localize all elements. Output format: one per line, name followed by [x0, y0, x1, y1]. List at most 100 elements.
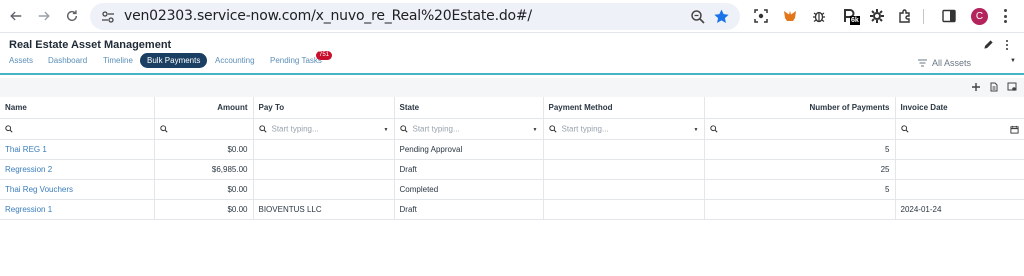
payment-name-link[interactable]: Thai Reg Vouchers — [0, 179, 155, 200]
table-header-row: Name Amount Pay To State Payment Method … — [0, 97, 1024, 119]
number-of-payments-cell: 5 — [704, 179, 896, 200]
extension-badge: 6k — [850, 16, 860, 25]
arrow-right-icon — [38, 11, 50, 21]
site-settings-icon[interactable] — [100, 9, 116, 25]
amount-cell: $6,985.00 — [154, 159, 254, 180]
table-row[interactable]: Regression 2 $6,985.00 Draft 25 — [0, 159, 1024, 180]
invoice-date-filter-input[interactable] — [895, 118, 1024, 140]
number-of-payments-cell: 25 — [704, 159, 896, 180]
invoice-date-cell — [895, 139, 1024, 160]
browser-menu-icon[interactable] — [1004, 9, 1008, 23]
pay-to-filter-placeholder: Start typing... — [271, 124, 319, 134]
bookmark-star-icon[interactable] — [713, 8, 730, 25]
gear-extension-icon[interactable] — [868, 7, 886, 25]
edit-pencil-icon[interactable] — [983, 39, 994, 50]
pending-tasks-badge: 751 — [316, 51, 333, 60]
table-row[interactable]: Thai REG 1 $0.00 Pending Approval 5 — [0, 139, 1024, 160]
number-of-payments-cell: 5 — [704, 139, 896, 160]
asset-filter-dropdown[interactable]: All Assets ▼ — [918, 58, 1016, 68]
payment-method-cell — [543, 199, 705, 220]
amount-cell: $0.00 — [154, 139, 254, 160]
pay-to-cell — [253, 139, 395, 160]
state-cell: Draft — [394, 159, 544, 180]
dropdown-arrow-icon[interactable]: ▼ — [384, 127, 389, 133]
more-options-icon[interactable] — [1006, 40, 1009, 50]
column-settings-icon[interactable] — [1007, 82, 1017, 92]
state-filter-placeholder: Start typing... — [412, 124, 460, 134]
name-filter-input[interactable] — [0, 118, 155, 140]
column-header-state[interactable]: State — [394, 97, 544, 119]
search-icon — [709, 125, 718, 133]
search-icon — [159, 125, 168, 133]
payment-method-cell — [543, 179, 705, 200]
table-row[interactable]: Regression 1 $0.00 BIOVENTUS LLC Draft 2… — [0, 199, 1024, 220]
amount-cell: $0.00 — [154, 199, 254, 220]
tab-dashboard[interactable]: Dashboard — [48, 53, 87, 68]
toolbar-divider — [923, 9, 924, 24]
payment-name-link[interactable]: Regression 2 — [0, 159, 155, 180]
metamask-icon[interactable] — [781, 7, 799, 25]
filter-lines-icon — [918, 59, 927, 67]
parking-extension-icon[interactable]: 6k — [840, 7, 860, 25]
payment-method-cell — [543, 139, 705, 160]
column-header-name[interactable]: Name — [0, 97, 155, 119]
address-bar[interactable]: ven02303.service-now.com/x_nuvo_re_Real%… — [90, 3, 740, 30]
invoice-date-cell — [895, 159, 1024, 180]
screenshot-extension-icon[interactable] — [752, 7, 770, 25]
add-icon[interactable] — [971, 82, 981, 92]
state-filter-input[interactable]: Start typing... ▼ — [394, 118, 544, 140]
url-text: ven02303.service-now.com/x_nuvo_re_Real%… — [124, 8, 532, 24]
side-panel-icon[interactable] — [940, 7, 958, 25]
tab-assets[interactable]: Assets — [9, 53, 33, 68]
reload-icon — [66, 10, 78, 22]
search-icon — [900, 125, 909, 133]
asset-filter-label: All Assets — [932, 58, 972, 68]
column-header-invoice-date[interactable]: Invoice Date — [895, 97, 1024, 119]
dropdown-arrow-icon[interactable]: ▼ — [694, 127, 699, 133]
chevron-down-icon: ▼ — [1010, 58, 1016, 64]
header-divider — [0, 73, 1024, 75]
reload-button[interactable] — [62, 6, 82, 26]
zoom-icon[interactable] — [690, 9, 706, 25]
pay-to-cell — [253, 179, 395, 200]
column-header-number-of-payments[interactable]: Number of Payments — [704, 97, 896, 119]
bug-extension-icon[interactable] — [810, 7, 828, 25]
tab-bulk-payments[interactable]: Bulk Payments — [140, 53, 208, 68]
state-cell: Completed — [394, 179, 544, 200]
filter-row: Start typing... ▼ Start typing... ▼ Start … — [0, 118, 1024, 140]
profile-avatar[interactable]: C — [971, 8, 988, 25]
pay-to-filter-input[interactable]: Start typing... ▼ — [253, 118, 395, 140]
search-icon — [399, 125, 408, 133]
payment-name-link[interactable]: Regression 1 — [0, 199, 155, 220]
tab-pending-tasks[interactable]: Pending Tasks — [270, 53, 322, 68]
column-header-pay-to[interactable]: Pay To — [253, 97, 395, 119]
calendar-icon[interactable] — [1009, 125, 1019, 134]
number-of-payments-filter-input[interactable] — [704, 118, 896, 140]
browser-toolbar: ven02303.service-now.com/x_nuvo_re_Real%… — [0, 0, 1024, 33]
invoice-date-cell — [895, 179, 1024, 200]
search-icon — [258, 125, 267, 133]
column-header-amount[interactable]: Amount — [154, 97, 254, 119]
pay-to-cell — [253, 159, 395, 180]
arrow-left-icon — [10, 11, 22, 21]
grid-toolbar — [0, 78, 1024, 97]
export-file-icon[interactable] — [989, 82, 999, 92]
tab-accounting[interactable]: Accounting — [215, 53, 255, 68]
number-of-payments-cell — [704, 199, 896, 220]
payment-method-filter-input[interactable]: Start typing... ▼ — [543, 118, 705, 140]
forward-button[interactable] — [34, 6, 54, 26]
table-row[interactable]: Thai Reg Vouchers $0.00 Completed 5 — [0, 179, 1024, 200]
search-icon — [5, 125, 13, 133]
dropdown-arrow-icon[interactable]: ▼ — [533, 127, 538, 133]
back-button[interactable] — [6, 6, 26, 26]
amount-filter-input[interactable] — [154, 118, 254, 140]
extensions-puzzle-icon[interactable] — [896, 7, 914, 25]
payment-name-link[interactable]: Thai REG 1 — [0, 139, 155, 160]
column-header-payment-method[interactable]: Payment Method — [543, 97, 705, 119]
tab-timeline[interactable]: Timeline — [103, 53, 133, 68]
page-title: Real Estate Asset Management — [9, 39, 172, 51]
amount-cell: $0.00 — [154, 179, 254, 200]
pay-to-cell: BIOVENTUS LLC — [253, 199, 395, 220]
payment-method-cell — [543, 159, 705, 180]
state-cell: Draft — [394, 199, 544, 220]
